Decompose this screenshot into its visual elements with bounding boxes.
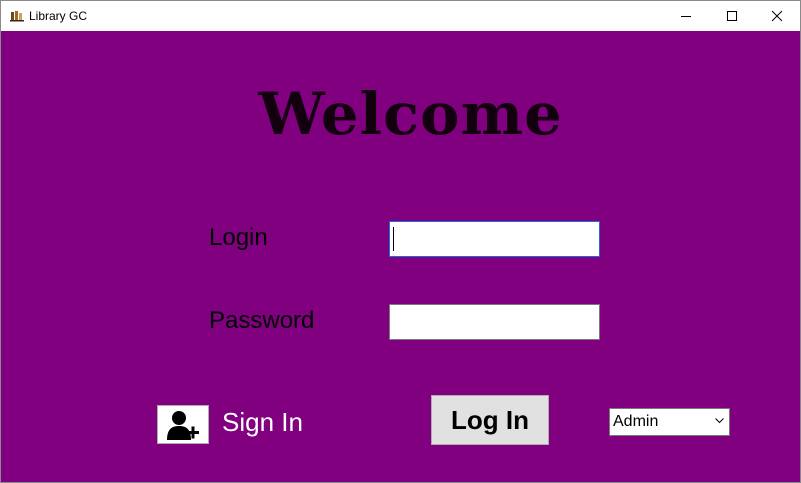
maximize-button[interactable] — [709, 1, 755, 31]
text-caret — [393, 227, 394, 251]
welcome-heading: Welcome — [258, 80, 563, 148]
login-input[interactable] — [389, 221, 600, 257]
sign-in-link[interactable]: Sign In — [222, 407, 303, 437]
login-panel: Welcome Login Password Sign In Log In Ad… — [1, 31, 800, 482]
role-dropdown[interactable]: Admin — [609, 408, 730, 436]
app-icon — [9, 9, 25, 23]
add-user-icon — [167, 411, 199, 440]
log-in-button[interactable]: Log In — [431, 395, 549, 445]
app-window: Library GC Welcome Login Password Sign I… — [0, 0, 801, 483]
close-button[interactable] — [754, 1, 800, 31]
password-label: Password — [209, 307, 315, 334]
password-input[interactable] — [389, 304, 600, 340]
close-icon — [771, 10, 783, 22]
chevron-down-icon — [715, 418, 724, 424]
maximize-icon — [727, 11, 737, 21]
window-title: Library GC — [29, 9, 88, 23]
minimize-button[interactable] — [663, 1, 709, 31]
minimize-icon — [681, 16, 691, 17]
role-selected-value: Admin — [613, 413, 659, 430]
login-label: Login — [209, 224, 268, 251]
sign-in-icon-button[interactable] — [157, 405, 209, 444]
title-bar[interactable]: Library GC — [1, 1, 800, 31]
